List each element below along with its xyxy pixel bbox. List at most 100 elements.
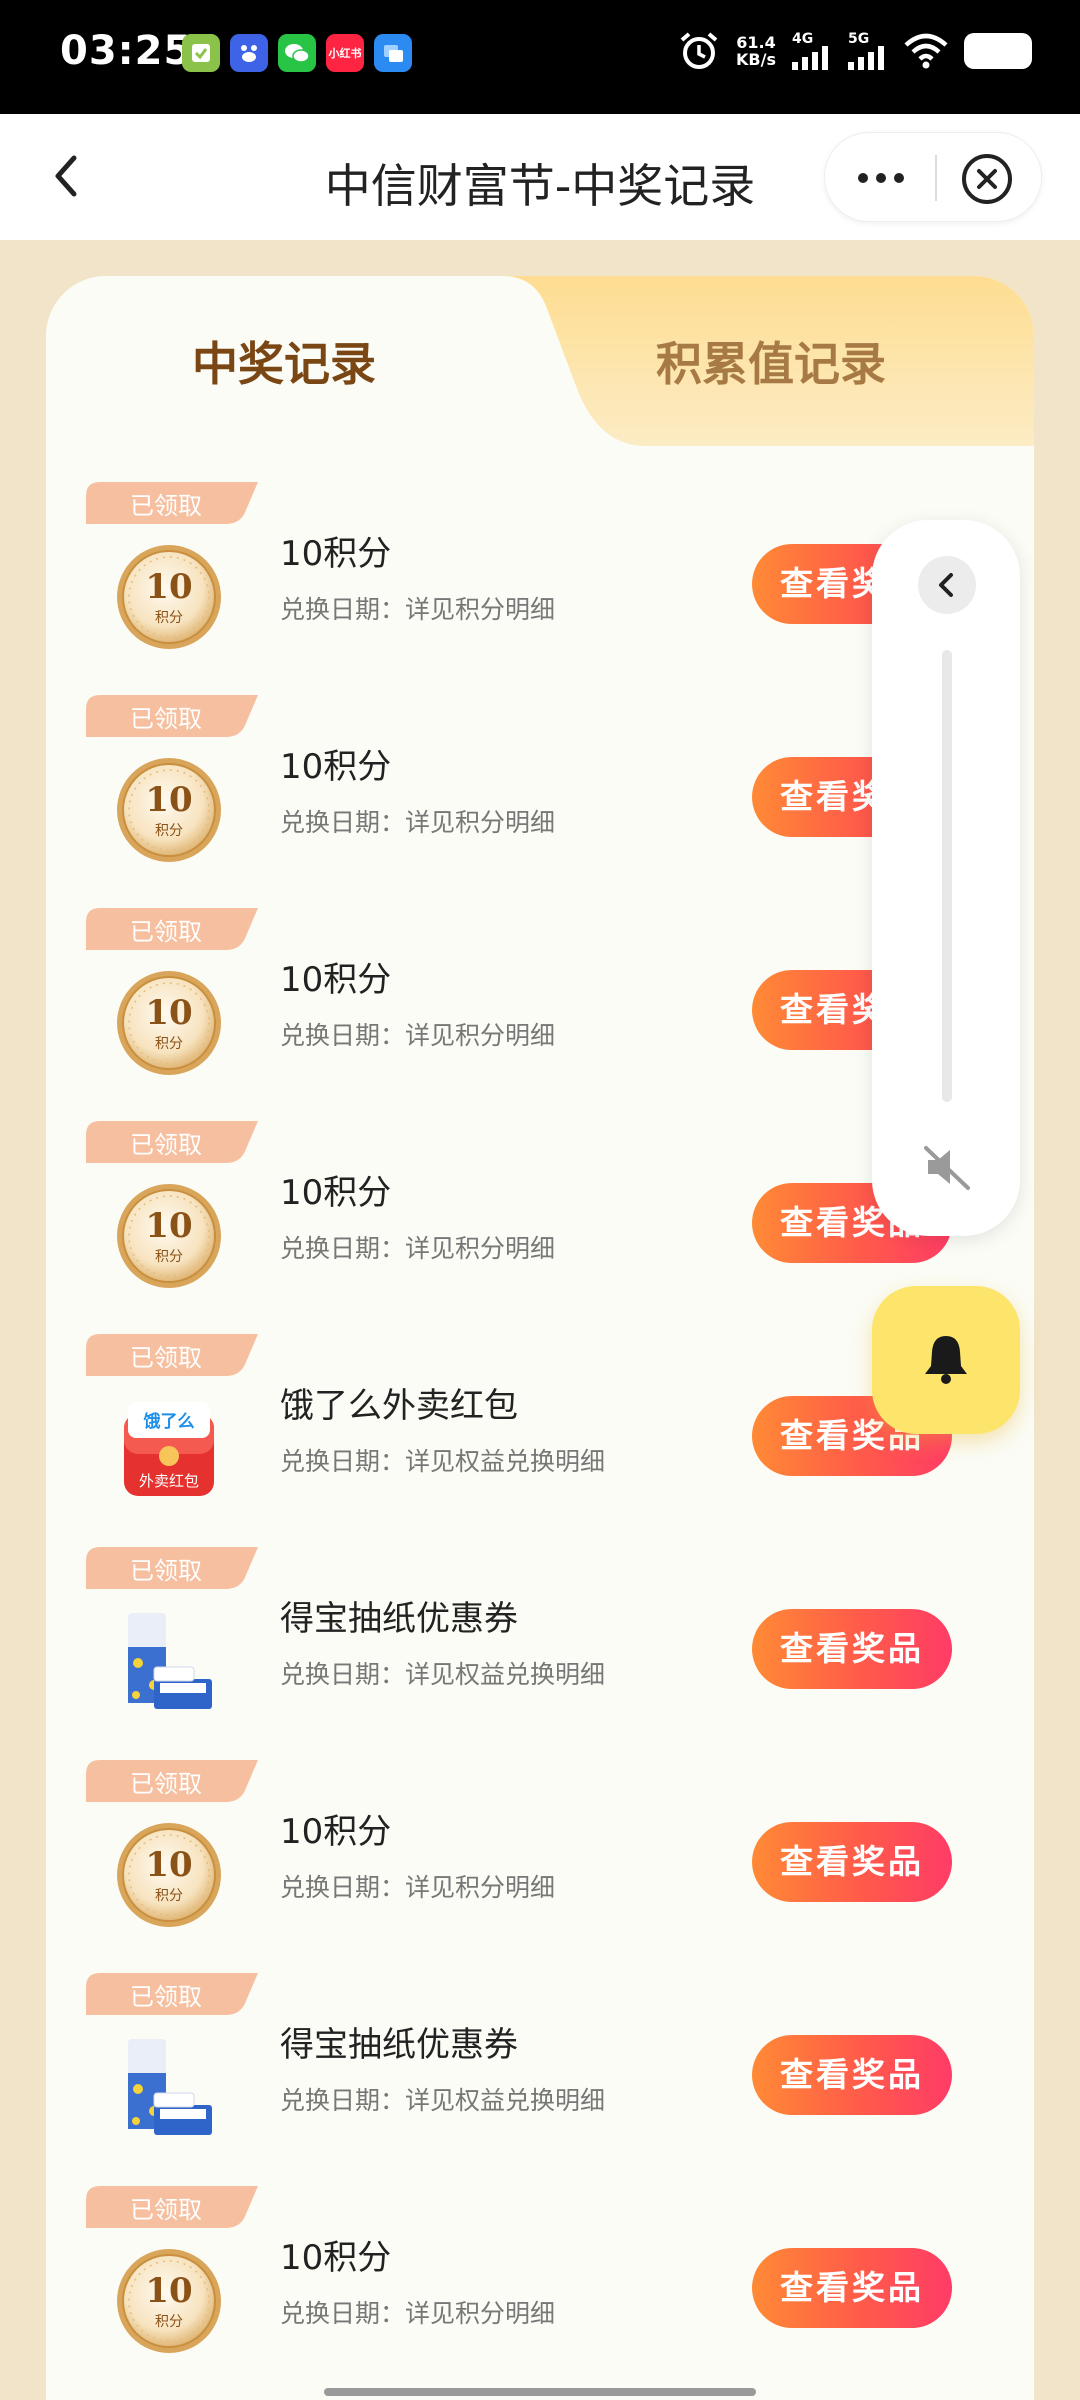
claimed-badge: 已领取 [86,1973,258,2015]
prize-name: 10积分 [280,2238,392,2278]
claimed-badge-label: 已领取 [130,1344,202,1372]
redeem-date: 兑换日期：详见积分明细 [280,1234,556,1263]
alarm-icon [680,32,718,69]
points-coin-icon: 10 积分 [114,542,224,652]
wechat-app-icon [278,34,316,72]
eleme-red-packet-icon: 饿了么 外卖红包 [114,1394,224,1504]
prize-name: 得宝抽纸优惠券 [280,1599,518,1639]
xiaohongshu-app-icon: 小红书 [326,34,364,72]
tab-accumulation-records[interactable]: 积累值记录 [656,328,886,394]
redeem-date: 兑换日期：详见权益兑换明细 [280,1447,606,1476]
network-speed: 61.4 KB/s [736,34,776,68]
svg-text:积分: 积分 [155,2314,183,2330]
notification-bell-button[interactable] [872,1286,1020,1434]
claimed-badge-label: 已领取 [130,1983,202,2011]
record-item: 已领取 得宝抽纸优惠券 兑换日期：详见权益兑换明细 查看奖品 [46,1973,1034,2186]
svg-text:积分: 积分 [155,823,183,839]
prize-name: 10积分 [280,1812,392,1852]
chevron-left-icon [939,573,953,597]
notification-app-icons: 小红书 [182,34,412,72]
network-speed-unit: KB/s [736,50,776,69]
view-prize-button[interactable]: 查看奖品 [752,2035,952,2115]
claimed-badge: 已领取 [86,1121,258,1163]
redeem-date: 兑换日期：详见积分明细 [280,808,556,837]
prize-name: 10积分 [280,960,392,1000]
svg-text:10: 10 [145,993,192,1033]
record-item: 已领取 10 积分 10积分 兑换日期：详见积分明细 查看奖品 [46,1760,1034,1973]
view-prize-button[interactable]: 查看奖品 [752,2248,952,2328]
points-coin-icon: 10 积分 [114,968,224,1078]
svg-text:10: 10 [145,780,192,820]
collapse-panel-button[interactable] [918,556,976,614]
claimed-badge-label: 已领取 [130,1770,202,1798]
claimed-badge: 已领取 [86,695,258,737]
prize-name: 10积分 [280,1173,392,1213]
status-time: 03:25 [60,28,193,74]
redeem-date: 兑换日期：详见积分明细 [280,2299,556,2328]
signal-4g-label: 4G [792,31,814,47]
redeem-date: 兑换日期：详见权益兑换明细 [280,1660,606,1689]
header-bar: 中信财富节-中奖记录 [0,114,1080,240]
record-item: 已领取 10 积分 10积分 兑换日期：详见积分明细 查看奖品 [46,2186,1034,2399]
redeem-date: 兑换日期：详见积分明细 [280,595,556,624]
svg-text:10: 10 [145,1845,192,1885]
claimed-badge: 已领取 [86,1547,258,1589]
claimed-badge: 已领取 [86,908,258,950]
signal-5g: 5G [848,32,888,70]
claimed-badge-label: 已领取 [130,492,202,520]
claimed-badge: 已领取 [86,1760,258,1802]
todo-app-icon [182,34,220,72]
svg-text:10: 10 [145,1206,192,1246]
redeem-date: 兑换日期：详见积分明细 [280,1873,556,1902]
battery-icon [964,33,1032,69]
redeem-date: 兑换日期：详见积分明细 [280,1021,556,1050]
more-options-icon[interactable] [851,155,911,201]
claimed-badge-label: 已领取 [130,918,202,946]
signal-5g-label: 5G [848,31,870,47]
network-speed-value: 61.4 [736,33,776,52]
view-prize-button[interactable]: 查看奖品 [752,1822,952,1902]
mute-speaker-icon[interactable] [922,1142,972,1192]
tempo-tissue-icon [114,1607,224,1717]
redeem-date: 兑换日期：详见权益兑换明细 [280,2086,606,2115]
home-indicator[interactable] [324,2388,756,2396]
points-coin-icon: 10 积分 [114,1181,224,1291]
svg-text:外卖红包: 外卖红包 [139,1472,199,1490]
floating-media-panel [872,520,1020,1236]
svg-text:10: 10 [145,2271,192,2311]
close-circle-icon[interactable] [961,153,1013,205]
points-coin-icon: 10 积分 [114,755,224,865]
claimed-badge-label: 已领取 [130,705,202,733]
svg-text:积分: 积分 [155,610,183,626]
points-coin-icon: 10 积分 [114,1820,224,1930]
svg-text:积分: 积分 [155,1249,183,1265]
signal-4g: 4G [792,32,832,70]
bell-icon [925,1336,967,1384]
prize-name: 10积分 [280,534,392,574]
signal-bars-icon [792,46,828,70]
svg-text:积分: 积分 [155,1036,183,1052]
baidu-app-icon [230,34,268,72]
view-prize-button[interactable]: 查看奖品 [752,1609,952,1689]
signal-bars-icon [848,46,884,70]
claimed-badge-label: 已领取 [130,1131,202,1159]
claimed-badge-label: 已领取 [130,2196,202,2224]
claimed-badge: 已领取 [86,1334,258,1376]
claimed-badge-label: 已领取 [130,1557,202,1585]
points-coin-icon: 10 积分 [114,2246,224,2356]
status-bar: 03:25 小红书 61.4 KB/s 4G 5G [0,0,1080,114]
volume-slider-track[interactable] [942,650,952,1102]
blue-app-icon [374,34,412,72]
mini-program-capsule [824,132,1042,222]
wifi-icon [904,33,948,69]
record-item: 已领取 得宝抽纸优惠券 兑换日期：详见权益兑换明细 查看奖品 [46,1547,1034,1760]
tab-winning-records[interactable]: 中奖记录 [192,328,376,394]
prize-name: 10积分 [280,747,392,787]
prize-name: 得宝抽纸优惠券 [280,2025,518,2065]
tempo-tissue-icon [114,2033,224,2143]
status-indicators: 61.4 KB/s 4G 5G [678,30,1032,72]
svg-text:积分: 积分 [155,1888,183,1904]
claimed-badge: 已领取 [86,2186,258,2228]
prize-name: 饿了么外卖红包 [280,1386,518,1426]
claimed-badge: 已领取 [86,482,258,524]
